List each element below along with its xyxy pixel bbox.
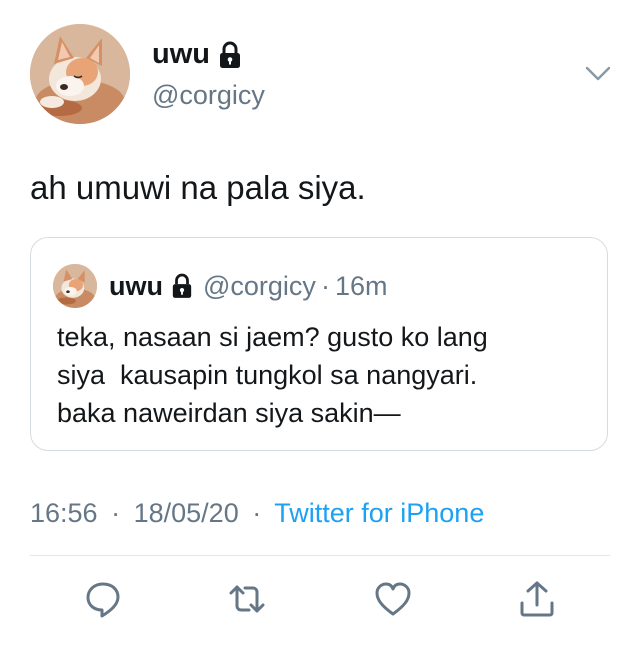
author-avatar[interactable] [30,24,130,124]
chevron-down-icon[interactable] [585,65,611,83]
meta-separator: · [111,498,121,528]
tweet-meta: 16:56 · 18/05/20 · Twitter for iPhone [30,500,484,527]
retweet-icon [229,585,265,613]
quoted-author-name: uwu [109,270,163,301]
tweet-detail: uwu @corgicy ah umuwi na pala siya. uwu … [0,0,640,645]
corgi-avatar-image [30,24,130,124]
like-button[interactable] [369,575,417,623]
share-icon [520,581,554,617]
quoted-tweet-header: uwu @corgicy · 16m [53,264,387,308]
quoted-timestamp: 16m [334,270,388,301]
quoted-author-handle: @corgicy [203,270,316,301]
author-handle[interactable]: @corgicy [152,82,265,109]
quoted-tweet-text: teka, nasaan si jaem? gusto ko lang siya… [57,322,488,428]
lock-icon [172,273,192,298]
divider [30,555,610,556]
tweet-time: 16:56 [30,498,98,528]
author-display-name[interactable]: uwu [152,40,210,69]
corgi-avatar-small-image [53,264,97,308]
author-name-row: uwu [152,40,242,69]
tweet-source-link[interactable]: Twitter for iPhone [274,498,484,528]
quoted-tweet-card[interactable]: uwu @corgicy · 16m teka, nasaan si jaem?… [30,237,608,451]
action-bar [0,575,640,625]
meta-separator: · [252,498,262,528]
reply-button[interactable] [79,575,127,623]
heart-icon [375,582,411,616]
share-button[interactable] [513,575,561,623]
lock-icon [220,41,240,68]
quoted-separator: · [320,270,330,301]
tweet-date: 18/05/20 [133,498,239,528]
quoted-author-avatar [53,264,97,308]
reply-icon [86,582,120,618]
retweet-button[interactable] [223,575,271,623]
tweet-text: ah umuwi na pala siya. [30,169,366,206]
